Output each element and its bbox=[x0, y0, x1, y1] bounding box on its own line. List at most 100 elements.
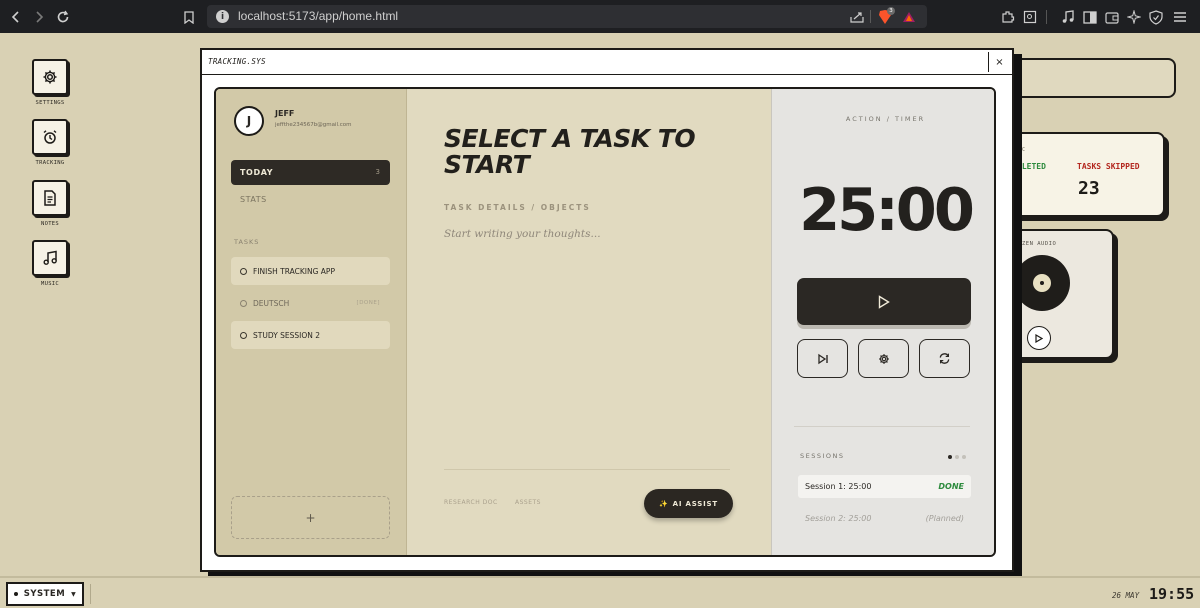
gear-icon bbox=[878, 353, 889, 364]
research-doc-link[interactable]: RESEARCH DOC bbox=[444, 499, 498, 506]
skip-icon bbox=[817, 353, 828, 364]
avatar[interactable]: J bbox=[234, 106, 264, 136]
forward-icon[interactable] bbox=[30, 8, 48, 26]
audio-play-button[interactable] bbox=[1027, 326, 1051, 350]
timer-divider bbox=[794, 426, 970, 427]
refresh-icon bbox=[939, 353, 950, 364]
task-status-circle[interactable] bbox=[240, 332, 247, 339]
task-item[interactable]: FINISH TRACKING APP bbox=[231, 257, 390, 285]
tracking-app: J JEFF jeffthe234567b@gmail.com TODAY 3 … bbox=[214, 87, 996, 557]
desktop-music-button[interactable] bbox=[32, 240, 68, 276]
window-title: TRACKING.SYS bbox=[208, 57, 266, 66]
titlebar-divider bbox=[202, 74, 1012, 75]
menu-icon[interactable] bbox=[1172, 9, 1188, 25]
desktop-settings-label: SETTINGS bbox=[35, 100, 65, 106]
session-row[interactable]: Session 1: 25:00 DONE bbox=[798, 475, 971, 498]
rewards-icon[interactable] bbox=[901, 9, 917, 24]
task-item[interactable]: STUDY SESSION 2 bbox=[231, 321, 390, 349]
brave-shield-icon[interactable]: 3 bbox=[877, 7, 895, 25]
start-label: SYSTEM bbox=[23, 589, 66, 599]
alarm-clock-icon bbox=[43, 130, 57, 144]
user-name: JEFF bbox=[275, 109, 295, 118]
tasks-completed-label: PLETED bbox=[1017, 162, 1046, 171]
pager-dot-active[interactable] bbox=[948, 455, 952, 459]
zen-audio-widget[interactable]: ZEN AUDIO bbox=[1000, 229, 1114, 359]
reader-icon[interactable] bbox=[1022, 9, 1038, 25]
zen-audio-title: ZEN AUDIO bbox=[1022, 241, 1057, 247]
music-note-icon bbox=[43, 250, 57, 265]
bookmark-icon[interactable] bbox=[182, 9, 196, 25]
ai-assist-button[interactable]: ✨ AI ASSIST bbox=[644, 489, 733, 518]
timer-display: 25:00 bbox=[799, 175, 975, 244]
task-title: FINISH TRACKING APP bbox=[253, 267, 335, 276]
tasks-heading: TASKS bbox=[234, 238, 260, 246]
document-icon bbox=[44, 190, 56, 206]
reset-timer-button[interactable] bbox=[919, 339, 970, 378]
tracking-window: TRACKING.SYS × J JEFF jeffthe234567b@gma… bbox=[200, 48, 1014, 572]
page-title: SELECT A TASK TO START bbox=[444, 124, 696, 179]
browser-toolbar: i localhost:5173/app/home.html 3 bbox=[0, 0, 1200, 33]
desktop-notes-label: NOTES bbox=[40, 221, 60, 227]
add-task-button[interactable]: + bbox=[231, 496, 390, 539]
start-menu-button[interactable]: SYSTEM ▼ bbox=[6, 582, 84, 606]
taskbar: SYSTEM ▼ 26 MAY 19:55 bbox=[0, 576, 1200, 608]
vinyl-disc-icon bbox=[1014, 255, 1070, 311]
widget-bar-text: F bbox=[1018, 72, 1023, 80]
wallet-icon[interactable] bbox=[1104, 9, 1120, 25]
back-icon[interactable] bbox=[7, 8, 25, 26]
sparkle-icon: ✨ bbox=[659, 499, 669, 508]
nav-today-label: TODAY bbox=[240, 168, 274, 177]
task-status-circle[interactable] bbox=[240, 300, 247, 307]
taskbar-divider bbox=[90, 584, 91, 604]
taskbar-clock: 19:55 bbox=[1149, 585, 1195, 603]
task-done-tag: [DONE] bbox=[356, 300, 380, 306]
leo-ai-icon[interactable] bbox=[1126, 9, 1142, 25]
task-details-panel: SELECT A TASK TO START TASK DETAILS / OB… bbox=[407, 89, 771, 555]
session-status: (Planned) bbox=[925, 514, 964, 523]
toolbar-divider bbox=[1046, 10, 1047, 24]
session-status: DONE bbox=[938, 482, 964, 491]
taskbar-date: 26 MAY bbox=[1112, 591, 1140, 600]
task-status-circle[interactable] bbox=[240, 268, 247, 275]
url-divider bbox=[870, 10, 871, 23]
assets-link[interactable]: ASSETS bbox=[515, 499, 541, 506]
pager-dot[interactable] bbox=[955, 455, 959, 459]
background-widget-bar[interactable]: F bbox=[1000, 58, 1176, 98]
desktop-settings-button[interactable] bbox=[32, 59, 68, 95]
skip-button[interactable] bbox=[797, 339, 848, 378]
pager-dot[interactable] bbox=[962, 455, 966, 459]
desktop-tracking-button[interactable] bbox=[32, 119, 68, 155]
start-timer-button[interactable] bbox=[797, 278, 971, 325]
main-divider bbox=[444, 469, 730, 470]
sidebar: J JEFF jeffthe234567b@gmail.com TODAY 3 … bbox=[216, 89, 407, 555]
desktop-notes-button[interactable] bbox=[32, 180, 68, 216]
stats-widget[interactable]: IC PLETED TASKS SKIPPED 23 bbox=[995, 132, 1165, 217]
info-icon[interactable]: i bbox=[216, 10, 229, 23]
nav-today[interactable]: TODAY 3 bbox=[231, 160, 390, 185]
notes-editor[interactable]: Start writing your thoughts... bbox=[444, 228, 601, 240]
reload-icon[interactable] bbox=[54, 8, 72, 26]
extensions-icon[interactable] bbox=[1000, 9, 1016, 25]
window-close-button[interactable]: × bbox=[988, 52, 1010, 72]
task-title: STUDY SESSION 2 bbox=[253, 331, 321, 340]
nav-today-count: 3 bbox=[375, 168, 380, 176]
play-icon bbox=[1035, 333, 1043, 343]
gear-icon bbox=[43, 70, 57, 84]
session-name: Session 1: 25:00 bbox=[805, 482, 872, 491]
user-email: jeffthe234567b@gmail.com bbox=[275, 122, 352, 128]
vpn-icon[interactable] bbox=[1148, 9, 1164, 25]
sidebar-toggle-icon[interactable] bbox=[1082, 9, 1098, 25]
sessions-heading: SESSIONS bbox=[800, 452, 845, 460]
nav-stats[interactable]: STATS bbox=[240, 195, 267, 204]
ai-assist-label: AI ASSIST bbox=[672, 499, 718, 508]
timer-heading: ACTION / TIMER bbox=[845, 115, 926, 123]
address-bar[interactable]: i localhost:5173/app/home.html 3 bbox=[207, 5, 927, 28]
task-item[interactable]: DEUTSCH [DONE] bbox=[231, 289, 390, 317]
tasks-skipped-value: 23 bbox=[1078, 178, 1100, 199]
share-icon[interactable] bbox=[849, 9, 865, 24]
session-row[interactable]: Session 2: 25:00 (Planned) bbox=[798, 507, 971, 530]
music-note-icon[interactable] bbox=[1060, 9, 1076, 25]
task-details-heading: TASK DETAILS / OBJECTS bbox=[444, 203, 591, 212]
timer-settings-button[interactable] bbox=[858, 339, 909, 378]
sessions-pager[interactable] bbox=[948, 455, 966, 459]
